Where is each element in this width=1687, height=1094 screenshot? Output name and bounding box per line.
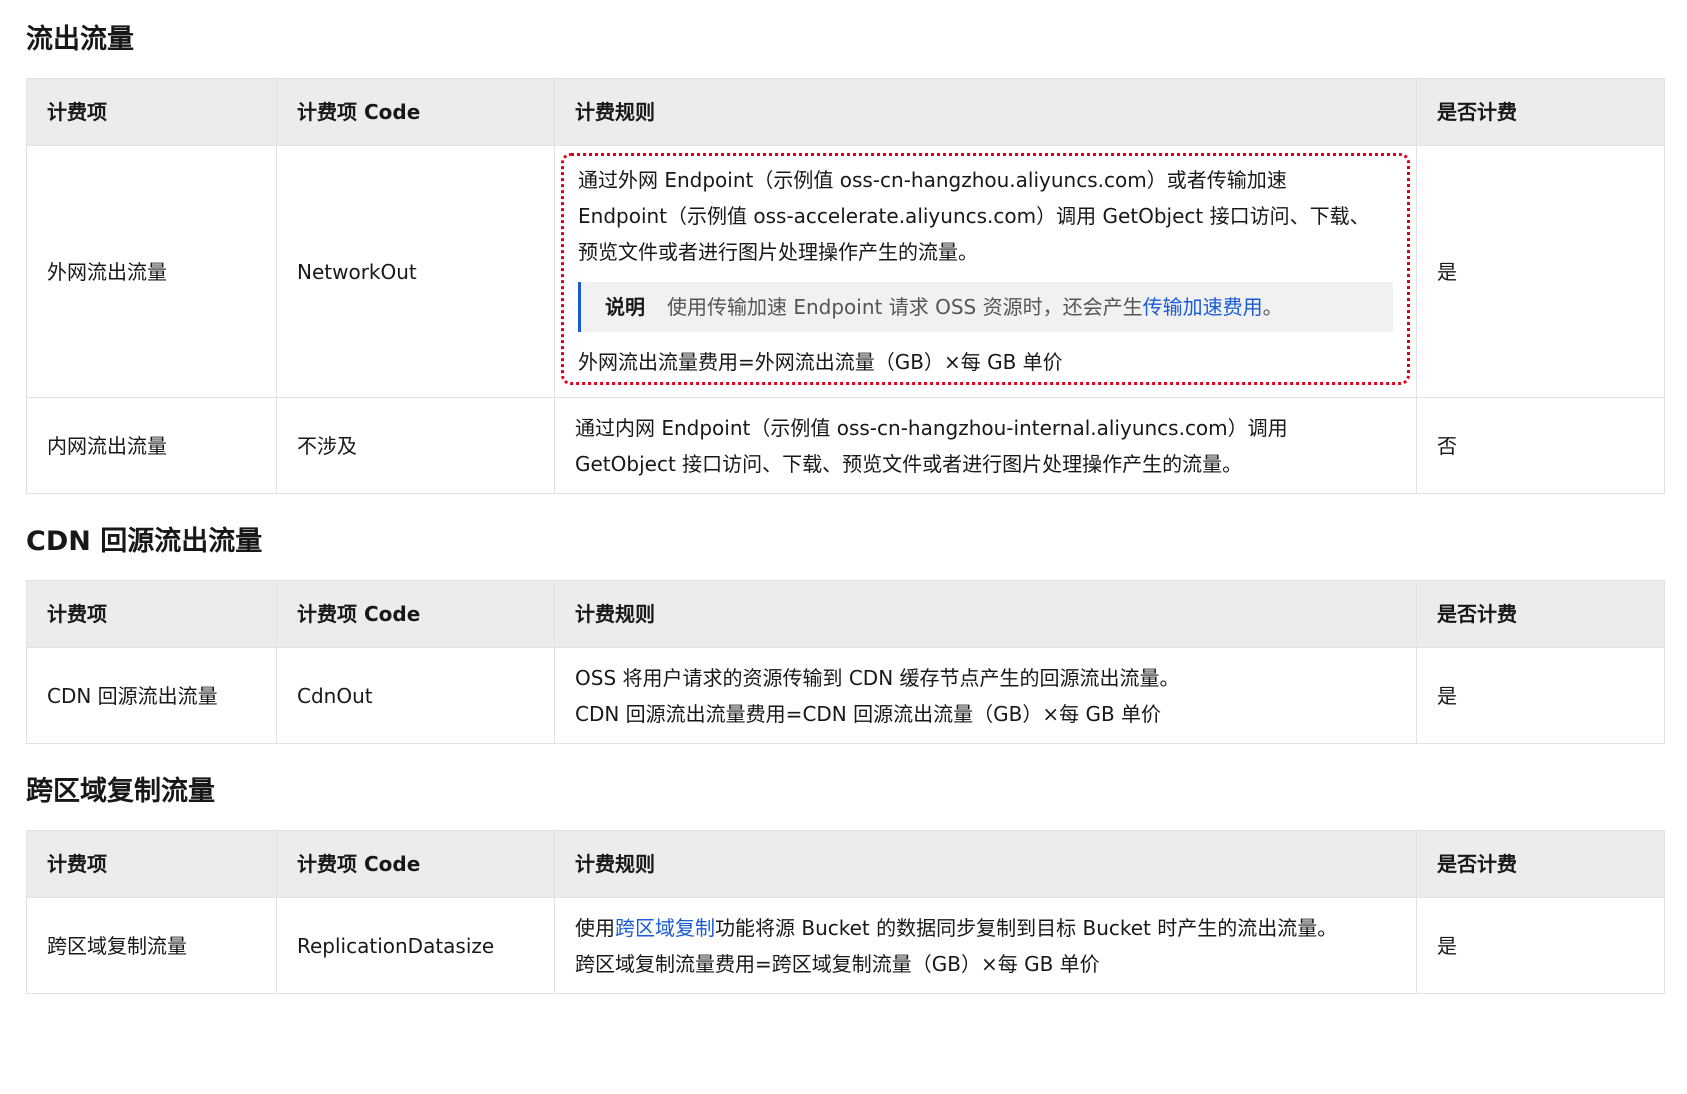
column-header-rule: 计费规则 — [554, 580, 1417, 648]
rule-prefix: 使用 — [575, 915, 615, 940]
billing-rule: 通过外网 Endpoint（示例值 oss-cn-hangzhou.aliyun… — [554, 145, 1417, 398]
transfer-acceleration-fee-link[interactable]: 传输加速费用 — [1143, 295, 1263, 319]
table-row: 外网流出流量 NetworkOut 通过外网 Endpoint（示例值 oss-… — [26, 145, 1665, 398]
billing-item: 内网流出流量 — [26, 397, 277, 494]
billing-code: CdnOut — [276, 647, 555, 744]
cross-region-replication-table: 计费项 计费项 Code 计费规则 是否计费 跨区域复制流量 Replicati… — [26, 830, 1665, 994]
column-header-item: 计费项 — [26, 830, 277, 898]
table-header-row: 计费项 计费项 Code 计费规则 是否计费 — [26, 830, 1665, 898]
rule-line: OSS 将用户请求的资源传输到 CDN 缓存节点产生的回源流出流量。 — [575, 665, 1180, 690]
charged-flag: 是 — [1416, 145, 1665, 398]
cross-region-replication-link[interactable]: 跨区域复制 — [615, 916, 715, 940]
column-header-code: 计费项 Code — [276, 78, 555, 146]
column-header-charged: 是否计费 — [1416, 580, 1665, 648]
column-header-code: 计费项 Code — [276, 830, 555, 898]
billing-code: ReplicationDatasize — [276, 897, 555, 994]
billing-item: 跨区域复制流量 — [26, 897, 277, 994]
billing-rule: 使用跨区域复制功能将源 Bucket 的数据同步复制到目标 Bucket 时产生… — [554, 897, 1417, 994]
billing-rule: 通过内网 Endpoint（示例值 oss-cn-hangzhou-intern… — [554, 397, 1417, 494]
charged-flag: 是 — [1416, 897, 1665, 994]
rule-formula: 跨区域复制流量费用=跨区域复制流量（GB）×每 GB 单价 — [575, 951, 1100, 976]
charged-flag: 否 — [1416, 397, 1665, 494]
column-header-item: 计费项 — [26, 580, 277, 648]
table-row: CDN 回源流出流量 CdnOut OSS 将用户请求的资源传输到 CDN 缓存… — [26, 647, 1665, 744]
rule-formula: CDN 回源流出流量费用=CDN 回源流出流量（GB）×每 GB 单价 — [575, 701, 1162, 726]
table-header-row: 计费项 计费项 Code 计费规则 是否计费 — [26, 78, 1665, 146]
note-suffix: 。 — [1262, 294, 1283, 319]
outbound-traffic-table: 计费项 计费项 Code 计费规则 是否计费 外网流出流量 NetworkOut… — [26, 78, 1665, 494]
note-box: 说明 使用传输加速 Endpoint 请求 OSS 资源时，还会产生传输加速费用… — [578, 281, 1393, 332]
charged-flag: 是 — [1416, 647, 1665, 744]
column-header-rule: 计费规则 — [554, 830, 1417, 898]
table-header-row: 计费项 计费项 Code 计费规则 是否计费 — [26, 580, 1665, 648]
billing-code: NetworkOut — [276, 145, 555, 398]
section-title-cdn-origin-traffic: CDN 回源流出流量 — [26, 526, 263, 557]
rule-line: 通过内网 Endpoint（示例值 oss-cn-hangzhou-intern… — [575, 415, 1288, 440]
highlight-box: 通过外网 Endpoint（示例值 oss-cn-hangzhou.aliyun… — [561, 152, 1410, 385]
note-label: 说明 — [605, 294, 645, 319]
column-header-charged: 是否计费 — [1416, 78, 1665, 146]
cdn-origin-traffic-table: 计费项 计费项 Code 计费规则 是否计费 CDN 回源流出流量 CdnOut… — [26, 580, 1665, 744]
rule-formula: 外网流出流量费用=外网流出流量（GB）×每 GB 单价 — [578, 349, 1063, 374]
rule-suffix: 功能将源 Bucket 的数据同步复制到目标 Bucket 时产生的流出流量。 — [715, 915, 1338, 940]
billing-code: 不涉及 — [276, 397, 555, 494]
rule-line: Endpoint（示例值 oss-accelerate.aliyuncs.com… — [578, 203, 1370, 228]
note-text-body: 使用传输加速 Endpoint 请求 OSS 资源时，还会产生 — [667, 294, 1143, 319]
section-title-cross-region-replication: 跨区域复制流量 — [26, 776, 215, 807]
rule-line: 使用跨区域复制功能将源 Bucket 的数据同步复制到目标 Bucket 时产生… — [575, 910, 1396, 946]
note-text: 使用传输加速 Endpoint 请求 OSS 资源时，还会产生传输加速费用。 — [667, 289, 1283, 325]
billing-item: 外网流出流量 — [26, 145, 277, 398]
column-header-item: 计费项 — [26, 78, 277, 146]
column-header-rule: 计费规则 — [554, 78, 1417, 146]
section-title-outbound-traffic: 流出流量 — [26, 24, 134, 55]
column-header-charged: 是否计费 — [1416, 830, 1665, 898]
rule-line: 预览文件或者进行图片处理操作产生的流量。 — [578, 239, 978, 264]
table-row: 内网流出流量 不涉及 通过内网 Endpoint（示例值 oss-cn-hang… — [26, 397, 1665, 494]
rule-line: 通过外网 Endpoint（示例值 oss-cn-hangzhou.aliyun… — [578, 167, 1287, 192]
billing-item: CDN 回源流出流量 — [26, 647, 277, 744]
billing-rule: OSS 将用户请求的资源传输到 CDN 缓存节点产生的回源流出流量。 CDN 回… — [554, 647, 1417, 744]
rule-line: GetObject 接口访问、下载、预览文件或者进行图片处理操作产生的流量。 — [575, 451, 1243, 476]
column-header-code: 计费项 Code — [276, 580, 555, 648]
table-row: 跨区域复制流量 ReplicationDatasize 使用跨区域复制功能将源 … — [26, 897, 1665, 994]
